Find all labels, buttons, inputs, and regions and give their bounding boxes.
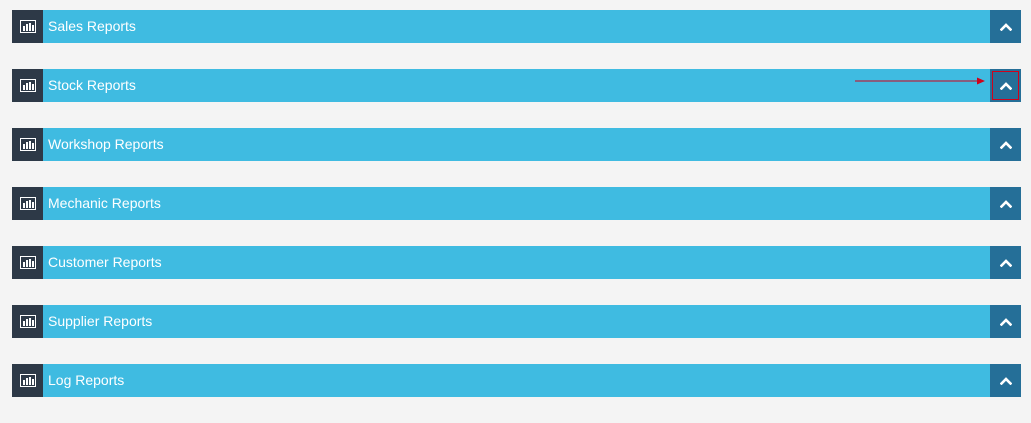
panel-mechanic-reports[interactable]: Mechanic Reports [12,187,1021,220]
collapse-toggle-button[interactable] [990,187,1021,220]
panel-customer-reports[interactable]: Customer Reports [12,246,1021,279]
panel-title: Customer Reports [48,254,162,270]
collapse-toggle-button[interactable] [990,69,1021,102]
panel-title: Supplier Reports [48,313,153,329]
chevron-up-icon [999,259,1012,267]
panel-title: Log Reports [48,372,125,388]
bar-chart-icon [12,10,43,43]
bar-chart-icon [12,364,43,397]
panel-log-reports[interactable]: Log Reports [12,364,1021,397]
bar-chart-icon [12,187,43,220]
collapse-toggle-button[interactable] [990,10,1021,43]
bar-chart-icon [12,246,43,279]
report-panels: Sales Reports Stock Reports Workshop Rep… [12,10,1021,423]
bar-chart-icon [12,305,43,338]
bar-chart-icon [12,128,43,161]
panel-supplier-reports[interactable]: Supplier Reports [12,305,1021,338]
chevron-up-icon [999,23,1012,31]
chevron-up-icon [999,200,1012,208]
panel-stock-reports[interactable]: Stock Reports [12,69,1021,102]
panel-title: Workshop Reports [48,136,164,152]
panel-title: Mechanic Reports [48,195,161,211]
chevron-up-icon [999,141,1012,149]
chevron-up-icon [999,318,1012,326]
chevron-up-icon [999,82,1012,90]
collapse-toggle-button[interactable] [990,364,1021,397]
panel-title: Stock Reports [48,77,136,93]
collapse-toggle-button[interactable] [990,246,1021,279]
chevron-up-icon [999,377,1012,385]
panel-workshop-reports[interactable]: Workshop Reports [12,128,1021,161]
panel-title: Sales Reports [48,18,136,34]
bar-chart-icon [12,69,43,102]
collapse-toggle-button[interactable] [990,128,1021,161]
panel-sales-reports[interactable]: Sales Reports [12,10,1021,43]
collapse-toggle-button[interactable] [990,305,1021,338]
